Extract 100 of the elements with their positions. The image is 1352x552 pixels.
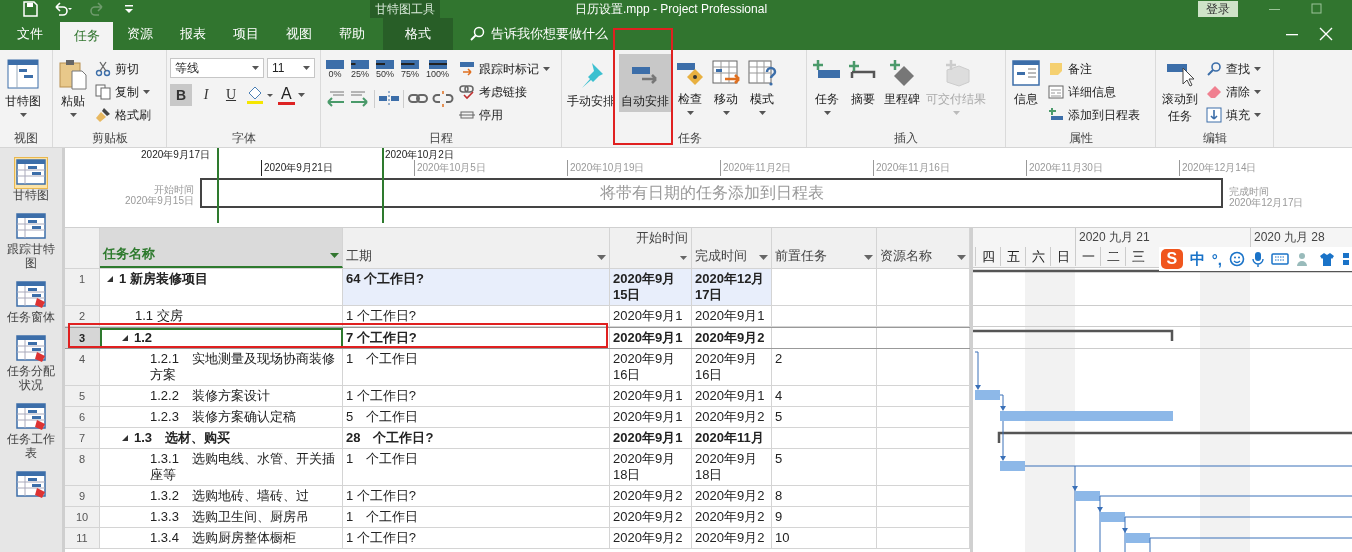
insert-button[interactable]: 里程碑	[882, 54, 922, 110]
row-number[interactable]: 1	[65, 269, 100, 305]
column-header[interactable]: 工期	[343, 228, 610, 268]
timeline-marker[interactable]	[382, 148, 384, 223]
caret-icon	[1254, 67, 1261, 71]
summary-bar[interactable]	[973, 329, 1174, 341]
summary-bar[interactable]	[997, 431, 1352, 443]
find-button[interactable]: 查找	[1203, 58, 1264, 80]
close-icon[interactable]	[1318, 26, 1334, 42]
predecessors-cell: 2	[772, 349, 877, 385]
percent-complete-button[interactable]: 25%	[349, 60, 371, 79]
fill-bucket-icon[interactable]	[245, 85, 275, 105]
row-number[interactable]: 6	[65, 407, 100, 427]
column-header[interactable]: 开始时间	[610, 228, 692, 268]
ime-punctuation[interactable]: °,	[1211, 250, 1222, 268]
outdent-icon[interactable]	[324, 89, 346, 109]
view-icon	[15, 158, 47, 188]
font-name-field[interactable]: 等线	[170, 58, 264, 78]
tell-me-field[interactable]: 告诉我你想要做什么	[453, 18, 608, 50]
add-to-timeline-button[interactable]: 添加到日程表	[1045, 104, 1143, 126]
information-button[interactable]: 信息	[1009, 54, 1043, 110]
row-number[interactable]: 10	[65, 507, 100, 527]
column-header[interactable]: 完成时间	[692, 228, 772, 268]
indent-icon[interactable]	[349, 89, 371, 109]
column-header[interactable]: 任务名称	[100, 228, 343, 268]
row-number[interactable]: 8	[65, 449, 100, 485]
select-all-cell[interactable]	[65, 228, 100, 268]
format-painter-button[interactable]: 格式刷	[92, 104, 154, 126]
inactivate-button[interactable]: 停用	[456, 104, 553, 126]
view-button[interactable]: 甘特图	[2, 158, 60, 202]
bold-button[interactable]: B	[170, 84, 192, 106]
view-button[interactable]: 跟踪甘特图	[2, 212, 60, 270]
duration-cell: 7 个工作日?	[343, 328, 610, 348]
ribbon-tab[interactable]: 视图	[272, 18, 325, 50]
row-number[interactable]: 5	[65, 386, 100, 406]
start-cell: 2020年9月1	[610, 407, 692, 427]
collapse-icon[interactable]	[106, 275, 114, 283]
copy-button[interactable]: 复制	[92, 81, 154, 103]
collapse-icon[interactable]	[121, 434, 129, 442]
caret-icon	[297, 93, 305, 97]
start-cell: 2020年9月1	[610, 428, 692, 448]
ribbon-tab[interactable]: 任务	[60, 22, 113, 50]
insert-button[interactable]: 摘要	[846, 54, 880, 110]
schedule-mode-button[interactable]: 手动安排	[565, 54, 617, 112]
italic-button[interactable]: I	[195, 84, 217, 106]
save-icon[interactable]	[22, 1, 38, 17]
move-button[interactable]: 移动	[709, 54, 743, 117]
row-number[interactable]: 2	[65, 306, 100, 326]
row-number[interactable]: 4	[65, 349, 100, 385]
collapse-icon[interactable]	[121, 334, 129, 342]
finish-cell: 2020年12月17日	[692, 269, 772, 305]
ribbon-tab[interactable]: 格式	[383, 18, 453, 50]
percent-complete-button[interactable]: 50%	[374, 60, 397, 79]
ime-mode[interactable]: 中	[1189, 249, 1205, 269]
ribbon-tab[interactable]: 帮助	[325, 18, 378, 50]
ime-toolbar[interactable]: S 中 °,	[1158, 247, 1352, 271]
timeline-marker[interactable]	[217, 148, 219, 223]
view-button[interactable]: 任务分配状况	[2, 334, 60, 392]
row-number[interactable]: 9	[65, 486, 100, 506]
row-number[interactable]: 11	[65, 528, 100, 548]
gantt-chart-button[interactable]: 甘特图	[3, 54, 43, 119]
inspect-button[interactable]: 检查	[673, 54, 707, 117]
ribbon-tab[interactable]: 报表	[166, 18, 219, 50]
paste-button[interactable]: 粘贴	[56, 54, 90, 119]
view-button[interactable]: 任务窗体	[2, 280, 60, 324]
respect-links-button[interactable]: 考虑链接	[456, 81, 553, 103]
details-button[interactable]: 详细信息	[1045, 81, 1143, 103]
summary-bar[interactable]	[973, 269, 1352, 273]
notes-button[interactable]: 备注	[1045, 58, 1143, 80]
cut-button[interactable]: 剪切	[92, 58, 154, 80]
mode-button[interactable]: 模式	[745, 54, 779, 117]
percent-complete-button[interactable]: 75%	[399, 60, 422, 79]
ribbon-tab[interactable]: 项目	[219, 18, 272, 50]
sign-in-button[interactable]: 登录	[1198, 1, 1238, 17]
column-header[interactable]: 资源名称	[877, 228, 970, 268]
microphone-icon[interactable]	[1252, 251, 1264, 267]
percent-complete-button[interactable]: 100%	[424, 60, 452, 79]
keyboard-icon[interactable]	[1271, 252, 1289, 266]
customize-icon[interactable]	[124, 3, 134, 15]
row-number[interactable]: 7	[65, 428, 100, 448]
unlink-icon[interactable]	[432, 89, 454, 109]
mark-on-track-button[interactable]: 跟踪时标记	[456, 58, 553, 80]
shirt-icon[interactable]	[1319, 251, 1335, 267]
fill-button[interactable]: 填充	[1203, 104, 1264, 126]
ribbon-tab[interactable]: 文件	[0, 18, 60, 50]
grid-icon[interactable]	[1342, 251, 1352, 267]
percent-complete-button[interactable]: 0%	[324, 60, 346, 79]
finish-cell: 2020年9月1	[692, 306, 772, 326]
undo-icon[interactable]	[52, 1, 74, 17]
column-header[interactable]: 前置任务	[772, 228, 877, 268]
ribbon-tab[interactable]: 资源	[113, 18, 166, 50]
smiley-icon[interactable]	[1229, 251, 1245, 267]
font-size-field[interactable]: 11	[267, 58, 315, 78]
view-button[interactable]: 任务工作表	[2, 402, 60, 460]
scroll-to-task-button[interactable]: 滚动到任务	[1159, 54, 1201, 127]
clear-button[interactable]: 清除	[1203, 81, 1264, 103]
font-color-button[interactable]: A	[278, 85, 295, 105]
underline-button[interactable]: U	[220, 84, 242, 106]
insert-button[interactable]: 任务	[810, 54, 844, 117]
schedule-mode-button[interactable]: 自动安排	[619, 54, 671, 112]
